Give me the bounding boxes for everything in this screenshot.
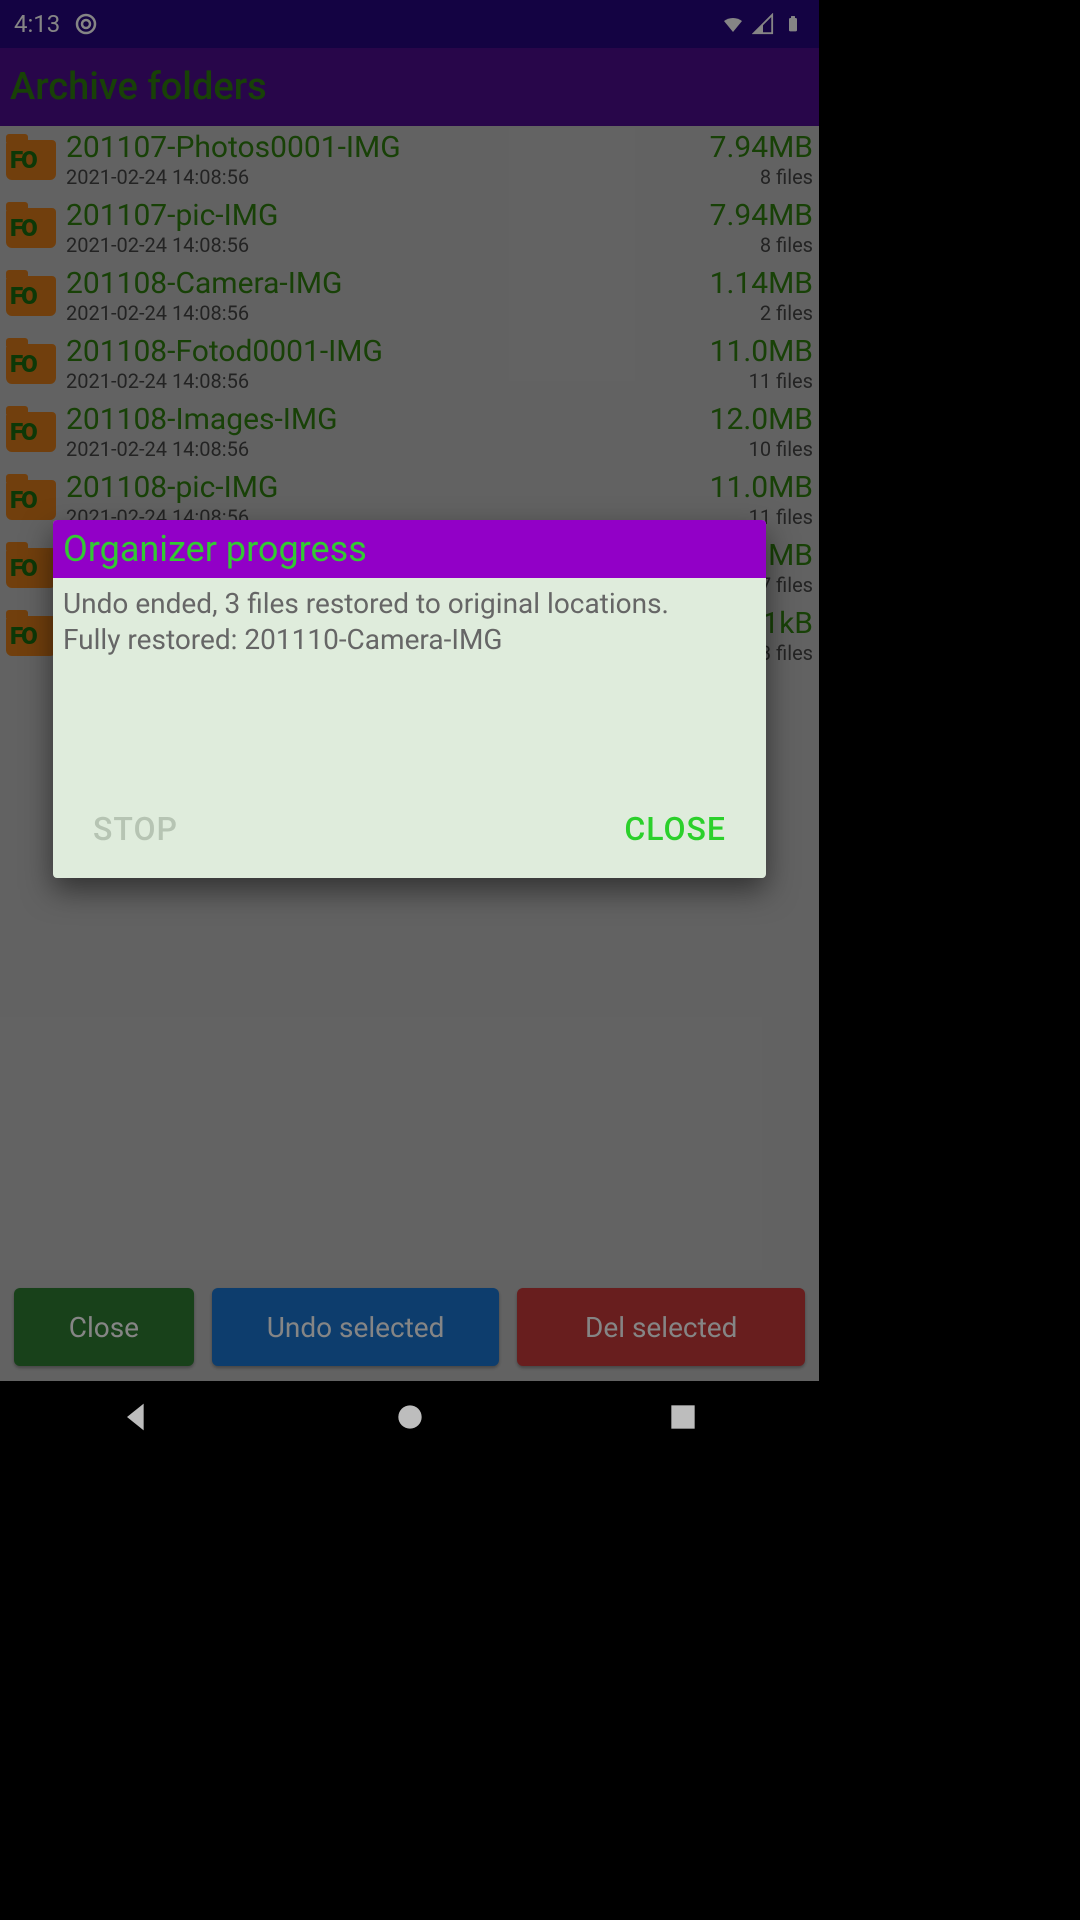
dialog-message: Undo ended, 3 files restored to original… xyxy=(53,578,766,798)
android-nav-bar xyxy=(0,1381,819,1456)
nav-back-icon[interactable] xyxy=(117,1397,157,1441)
dialog-line1: Undo ended, 3 files restored to original… xyxy=(63,586,756,622)
progress-dialog: Organizer progress Undo ended, 3 files r… xyxy=(53,520,766,878)
nav-home-icon[interactable] xyxy=(390,1397,430,1441)
dialog-close-button[interactable]: CLOSE xyxy=(624,810,726,848)
dialog-line2: Fully restored: 201110-Camera-IMG xyxy=(63,622,756,658)
screen: 4:13 Archive folders FO xyxy=(0,0,819,1456)
nav-recent-icon[interactable] xyxy=(663,1397,703,1441)
dialog-stop-button: STOP xyxy=(93,810,178,848)
dialog-title: Organizer progress xyxy=(53,520,766,578)
